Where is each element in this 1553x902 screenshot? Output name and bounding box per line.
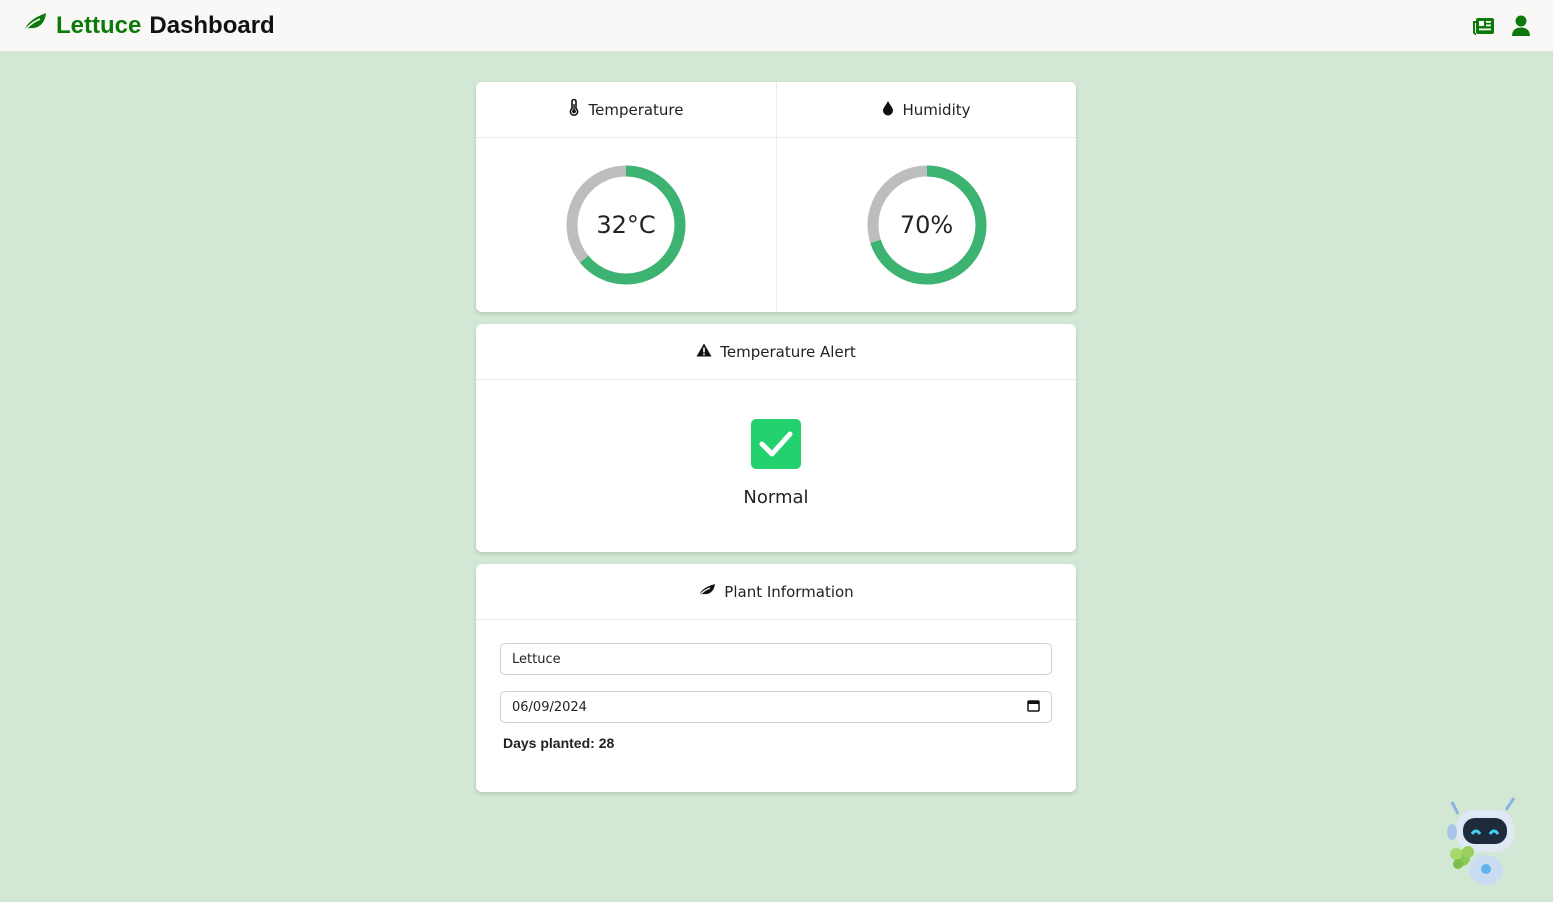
plant-header: Plant Information xyxy=(476,564,1076,620)
sensor-card: Temperature 32°C Humidity 70% xyxy=(476,82,1076,312)
temperature-header: Temperature xyxy=(476,82,776,138)
brand[interactable]: Lettuce Dashboard xyxy=(22,11,275,40)
newspaper-icon[interactable] xyxy=(1473,16,1495,36)
alert-title: Temperature Alert xyxy=(720,342,856,361)
leaf-icon xyxy=(698,583,716,601)
thermometer-icon xyxy=(568,98,580,120)
temperature-alert-card: Temperature Alert Normal xyxy=(476,324,1076,552)
plant-name-value: Lettuce xyxy=(512,651,561,667)
humidity-title: Humidity xyxy=(902,100,971,119)
plant-info-card: Plant Information Lettuce 06/09/2024 Day… xyxy=(476,564,1076,792)
days-planted: Days planted: 28 xyxy=(503,735,615,751)
plant-name-input[interactable]: Lettuce xyxy=(500,643,1052,675)
warning-icon xyxy=(696,343,712,361)
temperature-panel: Temperature 32°C xyxy=(476,82,776,312)
humidity-value: 70% xyxy=(899,211,954,239)
planting-date-input[interactable]: 06/09/2024 xyxy=(500,691,1052,723)
droplet-icon xyxy=(882,100,894,120)
user-icon[interactable] xyxy=(1511,15,1531,37)
brand-suffix: Dashboard xyxy=(149,11,275,39)
temperature-value: 32°C xyxy=(596,211,656,239)
check-icon xyxy=(751,419,801,469)
leaf-icon xyxy=(22,11,48,40)
planting-date-value: 06/09/2024 xyxy=(512,699,587,715)
plant-title: Plant Information xyxy=(724,582,854,601)
humidity-header: Humidity xyxy=(777,82,1076,138)
brand-name: Lettuce xyxy=(56,11,142,39)
alert-status: Normal xyxy=(743,487,809,508)
alert-header: Temperature Alert xyxy=(476,324,1076,380)
chatbot-robot-icon[interactable] xyxy=(1444,796,1522,888)
calendar-icon[interactable] xyxy=(1027,699,1040,716)
temperature-gauge: 32°C xyxy=(566,165,686,285)
humidity-panel: Humidity 70% xyxy=(776,82,1076,312)
top-navbar: Lettuce Dashboard xyxy=(0,0,1553,52)
temperature-title: Temperature xyxy=(588,100,684,119)
humidity-gauge: 70% xyxy=(867,165,987,285)
